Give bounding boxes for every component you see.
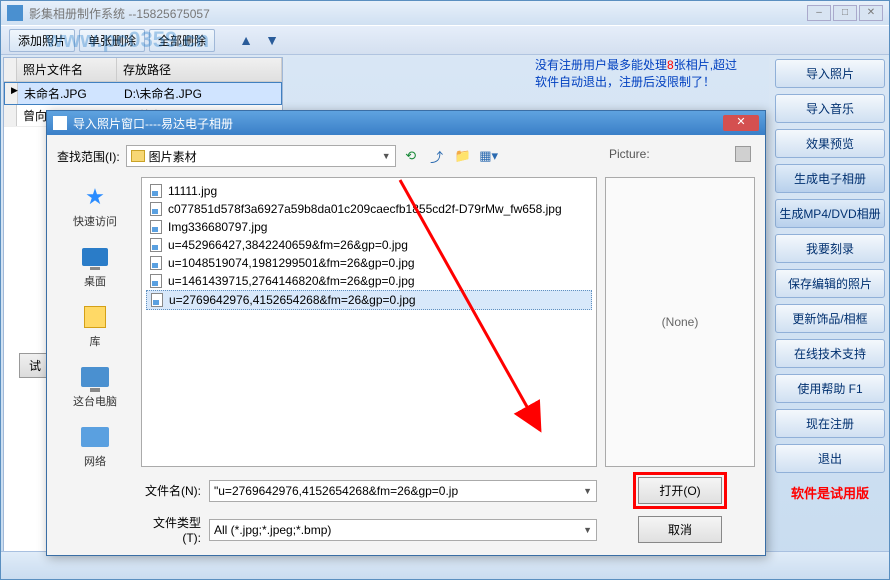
dialog-icon bbox=[53, 116, 67, 130]
image-file-icon bbox=[151, 293, 163, 307]
exit-button[interactable]: 退出 bbox=[775, 444, 885, 473]
register-button[interactable]: 现在注册 bbox=[775, 409, 885, 438]
computer-icon bbox=[81, 367, 109, 387]
notice-text: 没有注册用户最多能处理8张相片,超过 软件自动退出，注册后没限制了！ bbox=[535, 57, 765, 91]
image-file-icon bbox=[150, 202, 162, 216]
filetype-label: 文件类型(T): bbox=[141, 514, 201, 545]
preview-label: Picture: bbox=[609, 147, 650, 161]
place-library[interactable]: 库 bbox=[79, 303, 111, 349]
network-icon bbox=[81, 427, 109, 447]
cell-path: D:\未命名.JPG bbox=[118, 83, 281, 104]
col-header-path[interactable]: 存放路径 bbox=[117, 58, 282, 81]
generate-mp4-button[interactable]: 生成MP4/DVD相册 bbox=[775, 199, 885, 228]
list-item[interactable]: u=1048519074,1981299501&fm=26&gp=0.jpg bbox=[146, 254, 592, 272]
import-photo-dialog: 导入照片窗口----易达电子相册 ✕ 查找范围(I): 图片素材 ▼ ⟲ ⤴ 📁… bbox=[46, 110, 766, 556]
table-row[interactable]: ▶ 未命名.JPG D:\未命名.JPG bbox=[4, 82, 282, 105]
help-button[interactable]: 使用帮助 F1 bbox=[775, 374, 885, 403]
image-file-icon bbox=[150, 238, 162, 252]
row-marker-icon bbox=[4, 105, 17, 126]
list-item[interactable]: u=452966427,3842240659&fm=26&gp=0.jpg bbox=[146, 236, 592, 254]
delete-single-button[interactable]: 单张删除 bbox=[79, 29, 145, 52]
import-music-button[interactable]: 导入音乐 bbox=[775, 94, 885, 123]
update-decor-button[interactable]: 更新饰品/相框 bbox=[775, 304, 885, 333]
place-thispc[interactable]: 这台电脑 bbox=[73, 363, 117, 409]
image-file-icon bbox=[150, 274, 162, 288]
places-bar: ★ 快速访问 桌面 库 这台电脑 网络 bbox=[57, 177, 133, 467]
list-item[interactable]: u=2769642976,4152654268&fm=26&gp=0.jpg bbox=[146, 290, 592, 310]
nav-up-icon[interactable]: ▲ bbox=[235, 29, 257, 51]
list-item[interactable]: c077851d578f3a6927a59b8da01c209caecfb185… bbox=[146, 200, 592, 218]
place-desktop[interactable]: 桌面 bbox=[79, 243, 111, 289]
place-quick-access[interactable]: ★ 快速访问 bbox=[73, 183, 117, 229]
row-marker-icon: ▶ bbox=[5, 83, 18, 104]
nav-down-icon[interactable]: ▼ bbox=[261, 29, 283, 51]
right-sidebar: 导入照片 导入音乐 效果预览 生成电子相册 生成MP4/DVD相册 我要刻录 保… bbox=[771, 55, 889, 579]
chevron-down-icon: ▼ bbox=[583, 525, 592, 535]
close-button[interactable]: ✕ bbox=[859, 5, 883, 21]
list-item[interactable]: 11111.jpg bbox=[146, 182, 592, 200]
generate-album-button[interactable]: 生成电子相册 bbox=[775, 164, 885, 193]
image-file-icon bbox=[150, 184, 162, 198]
back-icon[interactable]: ⟲ bbox=[402, 147, 420, 165]
preview-pane: (None) bbox=[605, 177, 755, 467]
image-file-icon bbox=[150, 220, 162, 234]
row-marker-header bbox=[4, 58, 17, 81]
delete-all-button[interactable]: 全部删除 bbox=[149, 29, 215, 52]
window-title: 影集相册制作系统 --15825675057 bbox=[29, 5, 210, 22]
cancel-button[interactable]: 取消 bbox=[638, 516, 722, 543]
lookin-label: 查找范围(I): bbox=[57, 148, 120, 165]
dialog-title-bar[interactable]: 导入照片窗口----易达电子相册 ✕ bbox=[47, 111, 765, 135]
preview-none-text: (None) bbox=[662, 315, 699, 329]
file-list[interactable]: 11111.jpg c077851d578f3a6927a59b8da01c20… bbox=[141, 177, 597, 467]
trial-label: 软件是试用版 bbox=[775, 483, 885, 502]
lookin-value: 图片素材 bbox=[149, 148, 197, 165]
filetype-combo[interactable]: All (*.jpg;*.jpeg;*.bmp) ▼ bbox=[209, 519, 597, 541]
app-icon bbox=[7, 5, 23, 21]
lookin-combo[interactable]: 图片素材 ▼ bbox=[126, 145, 396, 167]
preview-box: (None) bbox=[605, 177, 755, 467]
minimize-button[interactable]: – bbox=[807, 5, 831, 21]
library-icon bbox=[84, 306, 106, 328]
add-photo-button[interactable]: 添加照片 bbox=[9, 29, 75, 52]
place-network[interactable]: 网络 bbox=[79, 423, 111, 469]
cell-name: 未命名.JPG bbox=[18, 83, 118, 104]
quick-access-icon: ★ bbox=[79, 183, 111, 211]
maximize-button[interactable]: □ bbox=[833, 5, 857, 21]
view-menu-icon[interactable]: ▦▾ bbox=[480, 147, 498, 165]
chevron-down-icon: ▼ bbox=[382, 151, 391, 161]
save-edited-button[interactable]: 保存编辑的照片 bbox=[775, 269, 885, 298]
filename-input[interactable]: "u=2769642976,4152654268&fm=26&gp=0.jp ▼ bbox=[209, 480, 597, 502]
toolbar: 添加照片 单张删除 全部删除 ▲ ▼ bbox=[1, 25, 889, 55]
burn-button[interactable]: 我要刻录 bbox=[775, 234, 885, 263]
filename-label: 文件名(N): bbox=[141, 482, 201, 499]
title-bar: 影集相册制作系统 --15825675057 – □ ✕ bbox=[1, 1, 889, 25]
image-file-icon bbox=[150, 256, 162, 270]
dialog-title: 导入照片窗口----易达电子相册 bbox=[73, 115, 233, 132]
new-folder-icon[interactable]: 📁 bbox=[454, 147, 472, 165]
import-photo-button[interactable]: 导入照片 bbox=[775, 59, 885, 88]
dialog-close-button[interactable]: ✕ bbox=[723, 115, 759, 131]
list-item[interactable]: u=1461439715,2764146820&fm=26&gp=0.jpg bbox=[146, 272, 592, 290]
chevron-down-icon: ▼ bbox=[583, 486, 592, 496]
preview-toggle-icon[interactable] bbox=[735, 146, 751, 162]
preview-effect-button[interactable]: 效果预览 bbox=[775, 129, 885, 158]
online-support-button[interactable]: 在线技术支持 bbox=[775, 339, 885, 368]
col-header-name[interactable]: 照片文件名 bbox=[17, 58, 117, 81]
list-item[interactable]: Img336680797.jpg bbox=[146, 218, 592, 236]
desktop-icon bbox=[82, 248, 108, 266]
up-icon[interactable]: ⤴ bbox=[428, 147, 446, 165]
folder-icon bbox=[131, 150, 145, 162]
open-button[interactable]: 打开(O) bbox=[638, 477, 722, 504]
